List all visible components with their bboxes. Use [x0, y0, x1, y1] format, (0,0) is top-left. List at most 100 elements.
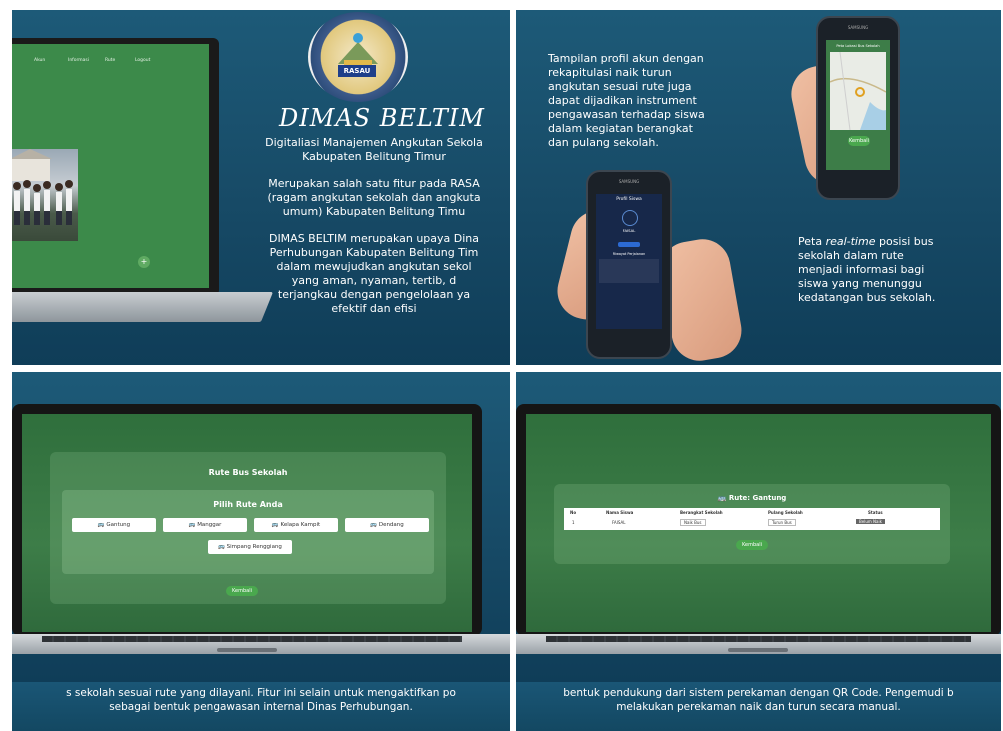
desc-line: dapat dijadikan instrument	[548, 94, 697, 107]
route-detail-card: 🚌 Rute: Gantung No Nama Siswa Berangkat …	[554, 484, 950, 564]
route-button-gantung[interactable]: 🚌 Gantung	[72, 518, 156, 532]
route-label: Simpang Renggiang	[226, 544, 282, 550]
panel-mobile-features: Tampilan profil akun dengan rekapitulasi…	[516, 10, 1001, 365]
nav-item-informasi[interactable]: Informasi	[68, 58, 89, 63]
profile-description: Tampilan profil akun dengan rekapitulasi…	[548, 52, 705, 150]
student-table: No Nama Siswa Berangkat Sekolah Pulang S…	[564, 508, 940, 530]
route-chooser-title: Pilih Rute Anda	[213, 500, 283, 509]
column-header: Berangkat Sekolah	[680, 510, 723, 515]
map-phone-screen: Peta Lokasi Bus Sekolah Kembali	[826, 40, 890, 170]
column-header: No	[570, 510, 577, 515]
trackpad-notch	[728, 648, 788, 652]
column-header: Nama Siswa	[606, 510, 634, 515]
route-label: Gantung	[106, 522, 131, 528]
panel-dimas-intro: Akun Informasi Rute Logout + RASAU DIMAS…	[12, 10, 510, 365]
profile-phone: SAMSUNG Profil Siswa FAISAL Riwayat Perj…	[586, 170, 672, 359]
column-header: Status	[868, 510, 883, 515]
caption-route: s sekolah sesuai rute yang dilayani. Fit…	[12, 682, 510, 731]
desc-line: pengawasan terhadap siswa	[548, 108, 705, 121]
caption-line: s sekolah sesuai rute yang dilayani. Fit…	[66, 687, 456, 699]
map-desc-italic: real-time	[825, 235, 876, 248]
desc-line: angkutan sesuai rute juga	[548, 80, 692, 93]
intro-line: (ragam angkutan sekolah dan angkuta	[267, 191, 481, 204]
column-header: Pulang Sekolah	[768, 510, 803, 515]
back-button[interactable]: Kembali	[226, 586, 258, 596]
map-view[interactable]	[829, 51, 887, 131]
route-detail-title-text: Rute: Gantung	[728, 494, 787, 502]
panel-route-selection: Rute Bus Sekolah Pilih Rute Anda 🚌 Gantu…	[12, 372, 510, 682]
route-detail-title: 🚌 Rute: Gantung	[554, 494, 950, 502]
caption-detail: bentuk pendukung dari sistem perekaman d…	[516, 682, 1001, 731]
laptop-display: Akun Informasi Rute Logout +	[12, 44, 209, 288]
map-desc-line: siswa yang menunggu	[798, 277, 922, 290]
desc-line: rekapitulasi naik turun	[548, 66, 672, 79]
map-phone: SAMSUNG Peta Lokasi Bus Sekolah Kembali	[816, 16, 900, 200]
intro-line: dalam mewujudkan angkutan sekol	[276, 260, 472, 273]
map-desc-line: menjadi informasi bagi	[798, 263, 925, 276]
map-back-button[interactable]: Kembali	[848, 136, 870, 146]
route-button-manggar[interactable]: 🚌 Manggar	[163, 518, 247, 532]
caption-line: sebagai bentuk pengawasan internal Dinas…	[109, 701, 413, 713]
student-name: FAISAL	[612, 520, 626, 525]
route-button-kelapa-kampit[interactable]: 🚌 Kelapa Kampit	[254, 518, 338, 532]
map-description: Peta real-time posisi bus sekolah dalam …	[798, 235, 935, 305]
intro-text: Digitaliasi Manajemen Angkutan Sekola Ka…	[226, 136, 510, 329]
map-desc-rest: posisi bus	[875, 235, 934, 248]
caption-line: melakukan perekaman naik dan turun secar…	[616, 701, 901, 713]
intro-line: DIMAS BELTIM merupakan upaya Dina	[268, 232, 480, 245]
intro-line: Merupakan salah satu fitur pada RASA	[268, 177, 480, 190]
panel-route-detail: 🚌 Rute: Gantung No Nama Siswa Berangkat …	[516, 372, 1001, 682]
route-button-dendang[interactable]: 🚌 Dendang	[345, 518, 429, 532]
profile-header: Profil Siswa	[616, 197, 642, 202]
nav-item-rute[interactable]: Rute	[105, 58, 115, 63]
logo-text: RASAU	[338, 65, 376, 77]
caption-line: bentuk pendukung dari sistem perekaman d…	[563, 687, 954, 699]
bus-icon: 🚌	[218, 544, 227, 550]
history-title: Riwayat Perjalanan	[612, 252, 646, 256]
row-number: 1	[572, 520, 575, 525]
students-photo	[12, 149, 78, 241]
nav-item-akun[interactable]: Akun	[34, 58, 45, 63]
map-desc-line: sekolah dalam rute	[798, 249, 904, 262]
laptop-display: Rute Bus Sekolah Pilih Rute Anda 🚌 Gantu…	[22, 414, 472, 632]
laptop-screen: Akun Informasi Rute Logout +	[12, 38, 219, 296]
laptop-keyboard	[42, 636, 462, 642]
route-card-title: Rute Bus Sekolah	[208, 468, 288, 477]
desc-line: dalam kegiatan berangkat	[548, 122, 693, 135]
desc-line: Tampilan profil akun dengan	[548, 52, 704, 65]
laptop-display: 🚌 Rute: Gantung No Nama Siswa Berangkat …	[526, 414, 991, 632]
rasau-logo	[308, 12, 408, 102]
phone-brand: SAMSUNG	[847, 25, 869, 30]
profile-button[interactable]	[618, 242, 640, 247]
alight-button[interactable]: Turun Bus	[768, 519, 796, 526]
intro-line: terjangkau dengan pengelolaan ya	[277, 288, 471, 301]
intro-line: Digitaliasi Manajemen Angkutan Sekola	[265, 136, 483, 149]
profile-name: FAISAL	[622, 228, 636, 233]
status-badge: Belum Naik	[856, 519, 885, 524]
intro-line: efektif dan efisi	[331, 302, 417, 315]
laptop-nav: Akun Informasi Rute Logout	[12, 58, 209, 70]
add-fab-button[interactable]: +	[138, 256, 150, 268]
map-desc-line: kedatangan bus sekolah.	[798, 291, 936, 304]
app-title: DIMAS BELTIM	[279, 104, 485, 132]
route-label: Dendang	[378, 522, 404, 528]
back-button[interactable]: Kembali	[736, 540, 768, 550]
desc-line: dan pulang sekolah.	[548, 136, 659, 149]
bus-icon: 🚌	[717, 494, 729, 502]
history-table	[599, 259, 659, 283]
bus-icon: 🚌	[370, 522, 379, 528]
route-button-simpang-renggiang[interactable]: 🚌 Simpang Renggiang	[208, 540, 292, 554]
map-header: Peta Lokasi Bus Sekolah	[836, 44, 880, 48]
phone-brand: SAMSUNG	[618, 179, 640, 184]
board-button[interactable]: Naik Bus	[680, 519, 706, 526]
route-card: Rute Bus Sekolah Pilih Rute Anda 🚌 Gantu…	[50, 452, 446, 604]
intro-line: Perhubungan Kabupaten Belitung Tim	[269, 246, 479, 259]
intro-line: Kabupaten Belitung Timur	[302, 150, 446, 163]
laptop-keyboard	[546, 636, 971, 642]
map-desc-prefix: Peta	[798, 235, 826, 248]
laptop-screen: Rute Bus Sekolah Pilih Rute Anda 🚌 Gantu…	[12, 404, 482, 636]
route-chooser: Pilih Rute Anda 🚌 Gantung 🚌 Manggar 🚌 Ke…	[62, 490, 434, 574]
bus-icon: 🚌	[188, 522, 198, 528]
route-label: Manggar	[197, 522, 222, 528]
nav-item-logout[interactable]: Logout	[135, 58, 150, 63]
